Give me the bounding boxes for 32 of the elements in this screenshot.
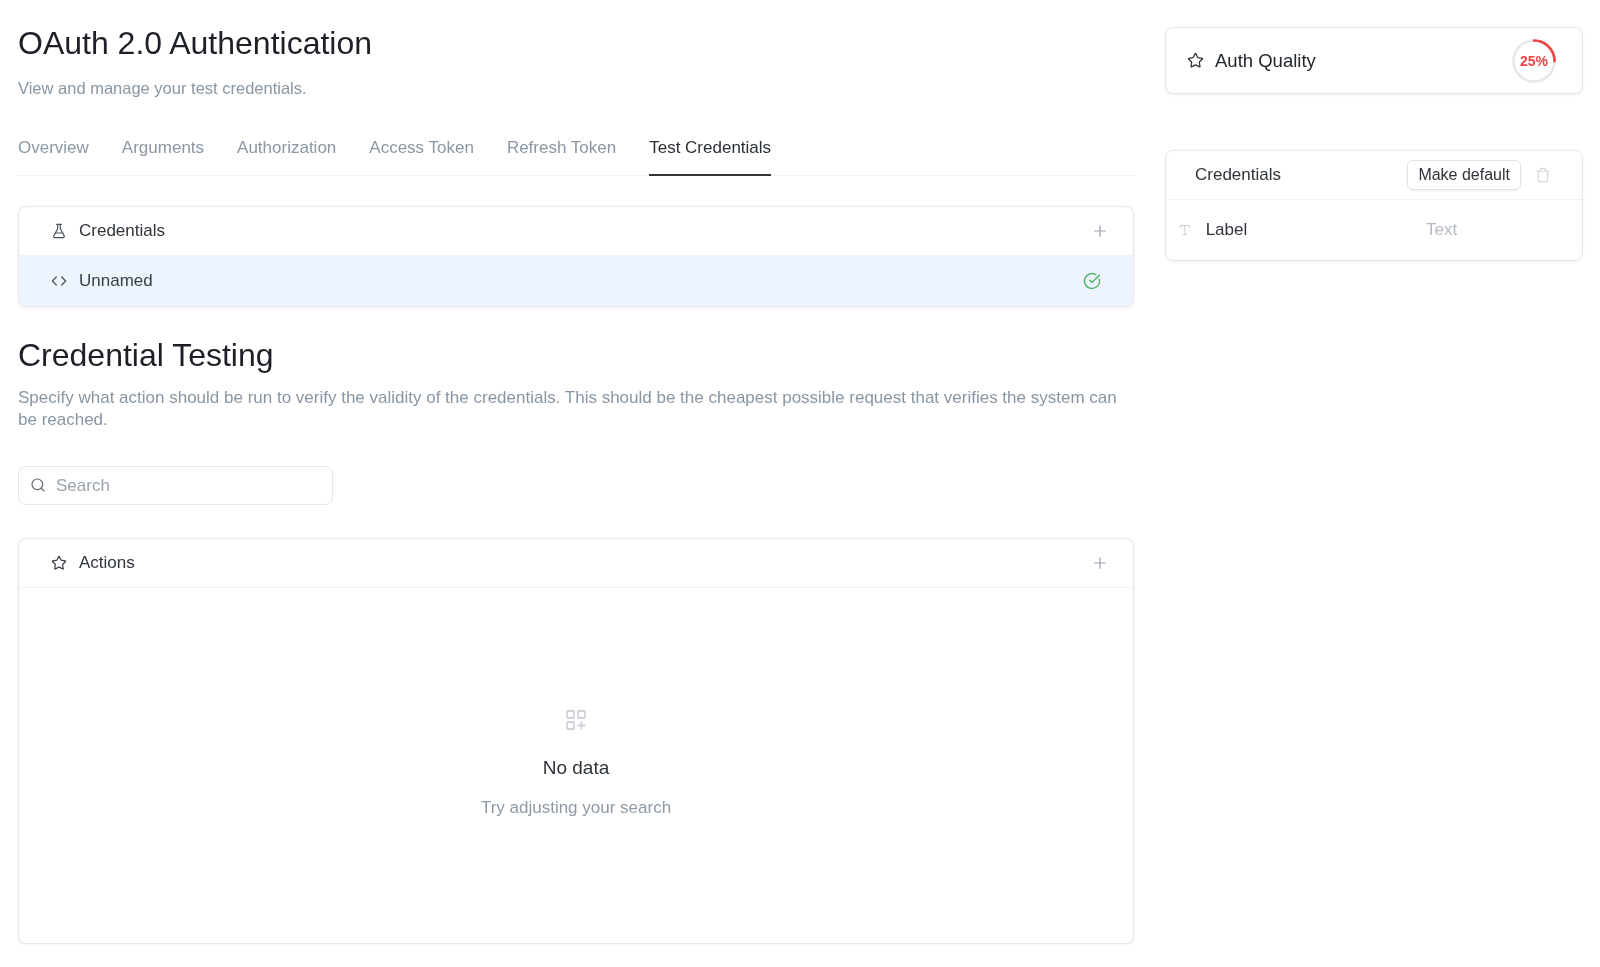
trash-icon[interactable] [1535,167,1551,183]
panel-title: Actions [79,553,135,573]
empty-state-icon [566,709,586,730]
empty-message: Try adjusting your search [480,797,672,818]
text-field[interactable]: Text [1426,220,1566,240]
tab[interactable]: Refresh Token [506,130,617,176]
tab[interactable]: Authorization [237,130,337,176]
field-label: Label [1205,220,1248,240]
credential-row[interactable]: Unnamed [19,256,1133,306]
empty-title: No data [542,756,610,779]
text-type-icon [1178,223,1192,237]
tab[interactable]: Arguments [121,130,205,176]
make-default-button[interactable]: Make default [1407,160,1521,190]
page-title: OAuth 2.0 Authentication [18,24,373,61]
plus-icon [1091,222,1109,240]
plus-icon [1091,554,1109,572]
card-title: Credentials [1195,165,1281,185]
panel-title: Credentials [79,221,165,241]
star-icon [51,555,67,571]
search-field[interactable]: Search [18,466,333,505]
quality-reading: 25% [1520,52,1548,69]
search-icon [30,477,46,493]
star-icon [1187,52,1204,69]
card-title: Auth Quality [1215,49,1316,72]
flask-icon [51,223,67,239]
section-description: Specify what action should be run to verify the validity of the credentials. This should be the cheapest possible request that verifies the system can be reached. [18,387,1118,431]
code-icon [51,273,67,289]
page-subtitle: View and manage your test credentials. [18,78,307,98]
tab[interactable]: Overview [18,130,89,176]
tab[interactable]: Test Credentials [649,130,772,176]
tab[interactable]: Access Token [369,130,474,176]
section-title: Credential Testing [18,337,274,373]
